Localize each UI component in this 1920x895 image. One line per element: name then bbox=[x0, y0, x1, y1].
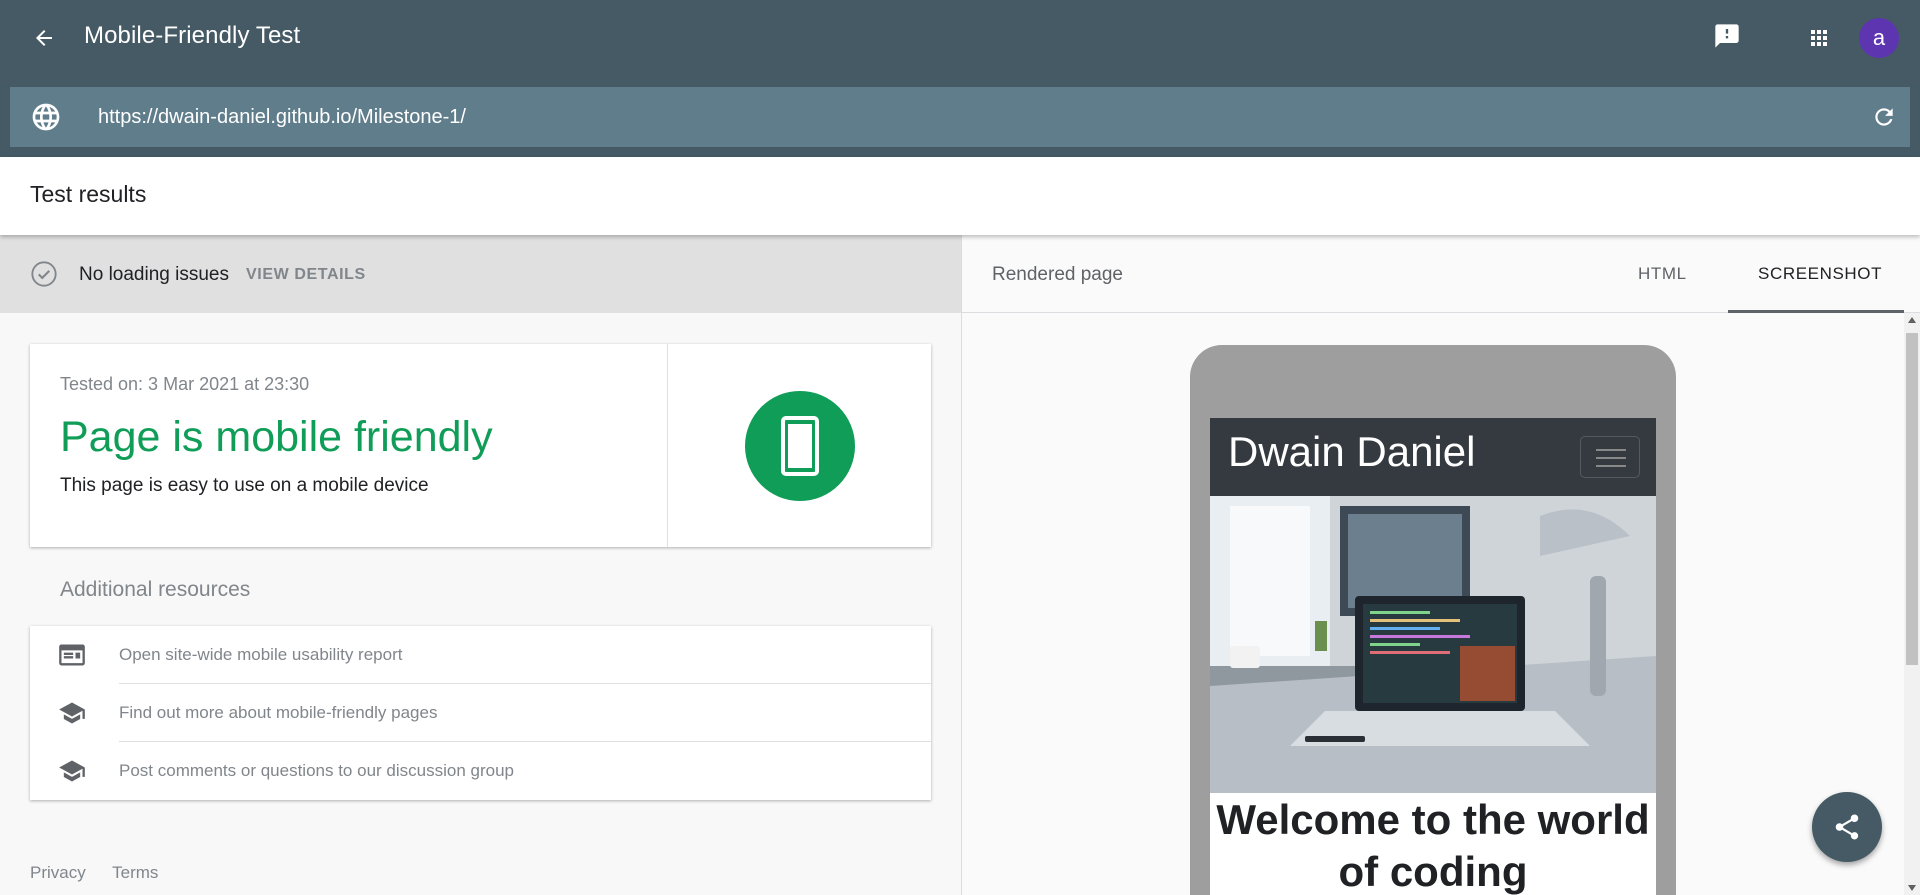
hero-image bbox=[1210, 496, 1656, 793]
globe-icon bbox=[32, 103, 60, 131]
refresh-icon bbox=[1875, 108, 1893, 126]
share-icon bbox=[1835, 814, 1859, 840]
footer-links: Privacy Terms bbox=[30, 863, 180, 883]
account-avatar[interactable]: a bbox=[1859, 18, 1899, 58]
phone-frame: Dwain Daniel Welcome to the world of cod… bbox=[1190, 345, 1676, 895]
report-icon bbox=[59, 644, 85, 666]
additional-resources-list: Open site-wide mobile usability report F… bbox=[30, 626, 931, 800]
verdict-description: This page is easy to use on a mobile dev… bbox=[60, 475, 429, 496]
app-bar: Mobile-Friendly Test a bbox=[0, 0, 1920, 157]
scroll-up-arrow-icon[interactable] bbox=[1908, 317, 1916, 323]
url-input[interactable] bbox=[98, 99, 1798, 135]
tab-html[interactable]: HTML bbox=[1638, 264, 1687, 284]
share-button[interactable] bbox=[1812, 792, 1882, 862]
loading-status-text: No loading issues bbox=[79, 264, 229, 285]
privacy-link[interactable]: Privacy bbox=[30, 863, 86, 882]
scroll-down-arrow-icon[interactable] bbox=[1908, 885, 1916, 891]
refresh-button[interactable] bbox=[1868, 101, 1900, 133]
terms-link[interactable]: Terms bbox=[112, 863, 158, 882]
apps-grid-icon bbox=[1811, 30, 1827, 46]
site-heading: Welcome to the world of coding bbox=[1216, 796, 1650, 895]
result-card: Tested on: 3 Mar 2021 at 23:30 Page is m… bbox=[30, 344, 931, 547]
mobile-phone-icon bbox=[745, 391, 855, 501]
check-circle-icon bbox=[31, 261, 57, 287]
feedback-icon bbox=[1715, 24, 1739, 48]
apps-button[interactable] bbox=[1801, 20, 1837, 56]
results-header: Test results bbox=[0, 157, 1920, 235]
verdict-heading: Page is mobile friendly bbox=[60, 413, 493, 461]
menu-toggle-icon bbox=[1580, 436, 1640, 478]
site-navbar: Dwain Daniel bbox=[1210, 418, 1656, 496]
results-panel: No loading issues VIEW DETAILS Tested on… bbox=[0, 235, 962, 895]
list-item-label: Find out more about mobile-friendly page… bbox=[119, 703, 438, 722]
loading-status-bar: No loading issues VIEW DETAILS bbox=[0, 235, 961, 313]
rendered-page-panel: Rendered page HTML SCREENSHOT Dwain Dani… bbox=[962, 235, 1920, 895]
site-brand: Dwain Daniel bbox=[1228, 428, 1476, 475]
additional-resources-title: Additional resources bbox=[60, 578, 251, 601]
back-button[interactable] bbox=[24, 20, 64, 56]
active-tab-indicator bbox=[1728, 310, 1904, 313]
list-item-learn-more[interactable]: Find out more about mobile-friendly page… bbox=[30, 684, 931, 742]
school-icon bbox=[59, 760, 85, 782]
rendered-screenshot: Dwain Daniel Welcome to the world of cod… bbox=[1210, 418, 1656, 895]
laptop-desk-photo bbox=[1210, 496, 1656, 793]
page-title: Test results bbox=[30, 181, 147, 207]
app-title: Mobile-Friendly Test bbox=[84, 22, 301, 49]
list-item-label: Post comments or questions to our discus… bbox=[119, 761, 514, 780]
list-item-usability-report[interactable]: Open site-wide mobile usability report bbox=[30, 626, 931, 684]
school-icon bbox=[59, 702, 85, 724]
app-bar-top-row: Mobile-Friendly Test a bbox=[0, 0, 1920, 76]
result-summary: Tested on: 3 Mar 2021 at 23:30 Page is m… bbox=[30, 344, 668, 547]
feedback-button[interactable] bbox=[1709, 18, 1745, 54]
rendered-page-header: Rendered page HTML SCREENSHOT bbox=[962, 235, 1920, 313]
scrollbar-thumb[interactable] bbox=[1906, 333, 1918, 665]
view-details-button[interactable]: VIEW DETAILS bbox=[246, 266, 366, 284]
tested-on-timestamp: Tested on: 3 Mar 2021 at 23:30 bbox=[60, 374, 310, 394]
list-item-discussion-group[interactable]: Post comments or questions to our discus… bbox=[30, 742, 931, 800]
list-item-label: Open site-wide mobile usability report bbox=[119, 645, 403, 664]
rendered-page-label: Rendered page bbox=[992, 264, 1123, 285]
url-bar bbox=[10, 87, 1910, 147]
arrow-back-icon bbox=[36, 30, 52, 46]
tab-screenshot[interactable]: SCREENSHOT bbox=[1758, 264, 1882, 284]
